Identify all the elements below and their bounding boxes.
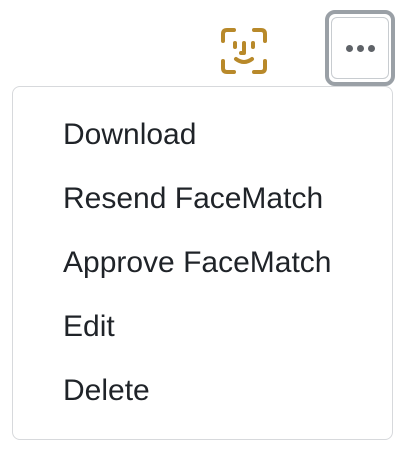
menu-item-approve-facematch[interactable]: Approve FaceMatch	[63, 245, 331, 281]
dropdown-menu: Download Resend FaceMatch Approve FaceMa…	[12, 86, 393, 440]
more-options-inner	[331, 17, 389, 79]
menu-item-download[interactable]: Download	[63, 117, 196, 153]
menu-item-resend-facematch[interactable]: Resend FaceMatch	[63, 181, 323, 217]
menu-item-delete[interactable]: Delete	[63, 373, 150, 409]
more-dot-icon	[367, 44, 375, 52]
more-dot-icon	[345, 44, 353, 52]
screen: Download Resend FaceMatch Approve FaceMa…	[0, 0, 406, 452]
menu-item-edit[interactable]: Edit	[63, 309, 115, 345]
more-dot-icon	[356, 44, 364, 52]
more-options-button[interactable]	[325, 10, 395, 86]
face-id-icon[interactable]	[219, 26, 269, 76]
